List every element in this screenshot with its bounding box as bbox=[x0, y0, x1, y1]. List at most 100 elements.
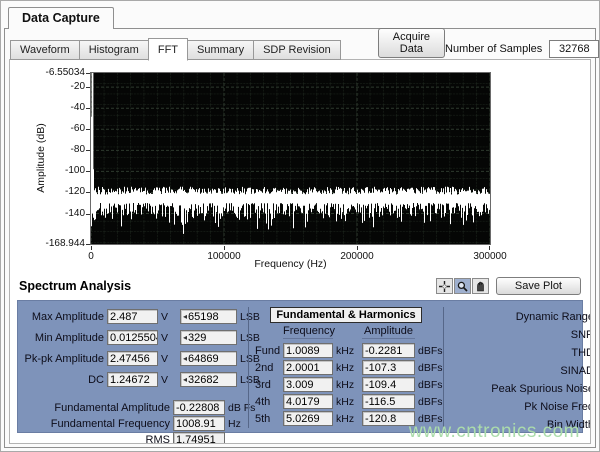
acquire-data-button[interactable]: Acquire Data bbox=[378, 28, 445, 58]
tab-summary[interactable]: Summary bbox=[187, 40, 254, 60]
stat-label: Pk-pk Amplitude bbox=[24, 353, 104, 365]
harmonic-label: 5th bbox=[253, 413, 280, 425]
stat-label: DC bbox=[24, 374, 104, 386]
samples-combobox[interactable]: 32768 ▼ bbox=[549, 40, 600, 58]
y-tick-mark bbox=[86, 171, 90, 172]
harmonic-row: 2nd2.0001kHz-107.3dBFs bbox=[253, 360, 439, 375]
stat-row: Fundamental Amplitude-0.22808dB Fs bbox=[24, 400, 248, 415]
y-tick-label: -140 bbox=[13, 208, 85, 219]
harmonic-freq-field: 5.0269 bbox=[283, 411, 333, 426]
pan-tool-icon[interactable] bbox=[472, 278, 489, 294]
y-tick-mark bbox=[86, 244, 90, 245]
stat-row: Pk-pk Amplitude2.47456V◂64869LSB bbox=[24, 351, 248, 366]
harmonic-amp-field: -0.2281 bbox=[362, 343, 415, 358]
harmonic-amp-unit: dBFs bbox=[418, 379, 446, 391]
stat-label: Min Amplitude bbox=[24, 332, 104, 344]
stat-lsb-field[interactable]: ◂329 bbox=[180, 330, 237, 345]
metric-row: THD-104.13dB bbox=[446, 345, 591, 360]
tab-data-capture[interactable]: Data Capture bbox=[8, 7, 114, 29]
harmonic-freq-unit: kHz bbox=[336, 379, 359, 391]
tab-histogram[interactable]: Histogram bbox=[79, 40, 149, 60]
amplitude-column-header: Amplitude bbox=[362, 325, 415, 339]
y-tick-label: -168.944 bbox=[13, 238, 85, 249]
harmonic-row: Fund1.0089kHz-0.2281dBFs bbox=[253, 343, 439, 358]
stat-lsb-value: 32682 bbox=[188, 374, 219, 386]
amplitude-stats-column: Max Amplitude2.487V◂65198LSBMin Amplitud… bbox=[18, 307, 248, 428]
spacer bbox=[24, 393, 248, 400]
metric-label: SINAD bbox=[446, 365, 591, 377]
y-tick-mark bbox=[86, 73, 90, 74]
decrement-arrow-icon[interactable]: ◂ bbox=[183, 375, 187, 384]
fft-plot-area[interactable] bbox=[90, 72, 491, 245]
y-tick-label: -60 bbox=[13, 123, 85, 134]
metric-row: Peak Spurious Noise-113.76dB bbox=[446, 381, 591, 396]
metric-label: Peak Spurious Noise bbox=[446, 383, 591, 395]
y-tick-label: -6.55034 bbox=[13, 67, 85, 78]
harmonic-freq-unit: kHz bbox=[336, 396, 359, 408]
harmonic-amp-field: -120.8 bbox=[362, 411, 415, 426]
tab-waveform[interactable]: Waveform bbox=[10, 40, 80, 60]
stat-unit: V bbox=[161, 311, 177, 323]
metric-row: Pk Noise Freq867.31Hz bbox=[446, 399, 591, 414]
stat-value-field: 0.0125504 bbox=[107, 330, 158, 345]
y-tick-mark bbox=[86, 129, 90, 130]
stat-row: Fundamental Frequency1008.91Hz bbox=[24, 416, 248, 431]
stat-lsb-field[interactable]: ◂65198 bbox=[180, 309, 237, 324]
stat-value-field: -0.22808 bbox=[173, 400, 225, 415]
decrement-arrow-icon[interactable]: ◂ bbox=[183, 333, 187, 342]
harmonic-row: 4th4.0179kHz-116.5dBFs bbox=[253, 394, 439, 409]
save-plot-button[interactable]: Save Plot bbox=[496, 277, 581, 295]
metric-row: Dynamic Range86.5813dB bbox=[446, 309, 591, 324]
y-tick-mark bbox=[86, 108, 90, 109]
stat-lsb-value: 65198 bbox=[188, 311, 219, 323]
harmonics-header-row: Frequency Amplitude bbox=[253, 325, 439, 341]
stat-unit: V bbox=[161, 353, 177, 365]
metric-label: Pk Noise Freq bbox=[446, 401, 591, 413]
stat-value-field: 2.487 bbox=[107, 309, 158, 324]
zoom-tool-icon[interactable] bbox=[454, 278, 471, 294]
x-tick-mark bbox=[224, 246, 225, 250]
y-tick-label: -40 bbox=[13, 102, 85, 113]
tab-sdp-revision[interactable]: SDP Revision bbox=[253, 40, 341, 60]
y-tick-label: -100 bbox=[13, 165, 85, 176]
harmonic-freq-unit: kHz bbox=[336, 413, 359, 425]
samples-value[interactable]: 32768 bbox=[549, 40, 599, 58]
stat-row: RMS1.74951 bbox=[24, 432, 248, 444]
metric-row: SINAD86.1527dB bbox=[446, 363, 591, 378]
harmonic-freq-field: 2.0001 bbox=[283, 360, 333, 375]
x-tick-mark bbox=[357, 246, 358, 250]
harmonic-amp-field: -109.4 bbox=[362, 377, 415, 392]
stat-unit: V bbox=[161, 332, 177, 344]
toolbar-row: WaveformHistogramFFTSummarySDP Revision … bbox=[9, 34, 591, 60]
data-capture-page: WaveformHistogramFFTSummarySDP Revision … bbox=[4, 28, 596, 448]
y-tick-label: -120 bbox=[13, 186, 85, 197]
stat-label: RMS bbox=[24, 434, 170, 445]
harmonic-label: 2nd bbox=[253, 362, 280, 374]
stat-value-field: 1.74951 bbox=[173, 432, 225, 444]
tab-fft[interactable]: FFT bbox=[148, 38, 188, 61]
stat-row: DC1.24672V◂32682LSB bbox=[24, 372, 248, 387]
y-tick-label: -80 bbox=[13, 144, 85, 155]
y-tick-mark bbox=[86, 87, 90, 88]
decrement-arrow-icon[interactable]: ◂ bbox=[183, 354, 187, 363]
fft-chart: Amplitude (dB) bbox=[10, 60, 590, 273]
subtab-bar: WaveformHistogramFFTSummarySDP Revision bbox=[10, 38, 340, 60]
y-tick-label: -20 bbox=[13, 81, 85, 92]
graph-tool-palette bbox=[435, 278, 489, 294]
stat-value-field: 1008.91 bbox=[173, 416, 225, 431]
spectrum-analysis-panel: Max Amplitude2.487V◂65198LSBMin Amplitud… bbox=[17, 300, 583, 433]
stat-lsb-field[interactable]: ◂32682 bbox=[180, 372, 237, 387]
metric-row: SNR86.2145dB bbox=[446, 327, 591, 342]
watermark: www.cntronics.com bbox=[409, 421, 580, 443]
decrement-arrow-icon[interactable]: ◂ bbox=[183, 312, 187, 321]
cursor-tool-icon[interactable] bbox=[436, 278, 453, 294]
y-tick-mark bbox=[86, 150, 90, 151]
spectrum-analysis-title: Spectrum Analysis bbox=[19, 279, 131, 293]
stat-lsb-field[interactable]: ◂64869 bbox=[180, 351, 237, 366]
harmonic-freq-field: 1.0089 bbox=[283, 343, 333, 358]
harmonic-amp-field: -107.3 bbox=[362, 360, 415, 375]
x-tick-mark bbox=[489, 246, 490, 250]
stat-row: Max Amplitude2.487V◂65198LSB bbox=[24, 309, 248, 324]
harmonics-column: Fundamental & Harmonics Frequency Amplit… bbox=[248, 307, 444, 428]
stat-label: Fundamental Amplitude bbox=[24, 402, 170, 414]
